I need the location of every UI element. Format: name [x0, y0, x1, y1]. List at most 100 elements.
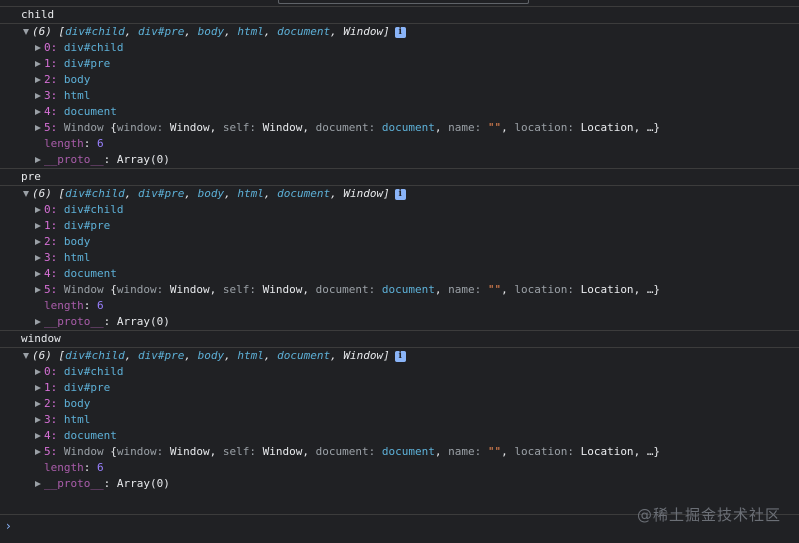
preview-ellipsis: …} — [646, 121, 661, 134]
preview-key: window — [116, 121, 157, 134]
array-entry[interactable]: 2: body — [0, 234, 799, 250]
entry-value: body — [63, 235, 91, 248]
triangle-right-icon[interactable] — [35, 319, 41, 325]
preview-ellipsis: …} — [646, 283, 661, 296]
array-entry[interactable]: 0: div#child — [0, 202, 799, 218]
entry-index: 4: — [44, 267, 58, 280]
preview-key: self — [222, 121, 250, 134]
array-entry[interactable]: 3: html — [0, 88, 799, 104]
preview-value: "" — [487, 121, 502, 134]
array-entry[interactable]: 2: body — [0, 72, 799, 88]
triangle-down-icon[interactable] — [23, 191, 29, 197]
array-entry[interactable]: 1: div#pre — [0, 218, 799, 234]
triangle-right-icon[interactable] — [35, 255, 41, 261]
triangle-right-icon[interactable] — [35, 385, 41, 391]
length-row: length: 6 — [44, 461, 104, 474]
length-key: length — [44, 299, 84, 312]
summary-item: document — [277, 187, 331, 200]
triangle-right-icon[interactable] — [35, 481, 41, 487]
array-summary-row[interactable]: (6) [div#child, div#pre, body, html, doc… — [0, 24, 799, 40]
summary-item: div#pre — [137, 349, 185, 362]
array-entry[interactable]: 4: document — [0, 428, 799, 444]
array-count: (6) — [32, 187, 52, 200]
info-icon[interactable]: i — [394, 350, 406, 362]
triangle-right-icon[interactable] — [35, 369, 41, 375]
preview-key: window — [116, 445, 157, 458]
triangle-right-icon[interactable] — [35, 125, 41, 131]
preview-key: self — [222, 283, 250, 296]
array-entry[interactable]: 4: document — [0, 104, 799, 120]
console-message: pre (6) [div#child, div#pre, body, html, … — [0, 168, 799, 330]
window-type: Window — [63, 445, 104, 458]
triangle-right-icon[interactable] — [35, 109, 41, 115]
array-entry[interactable]: 1: div#pre — [0, 56, 799, 72]
summary-item: body — [197, 187, 225, 200]
preview-key: name — [448, 283, 475, 296]
preview-value: Window — [262, 121, 303, 134]
triangle-right-icon[interactable] — [35, 157, 41, 163]
entry-value: div#child — [63, 203, 124, 216]
watermark: @稀土掘金技术社区 — [636, 506, 781, 524]
summary-item: div#child — [65, 349, 125, 362]
triangle-right-icon[interactable] — [35, 45, 41, 51]
triangle-right-icon[interactable] — [35, 207, 41, 213]
summary-item: div#pre — [137, 187, 185, 200]
preview-key: name — [448, 121, 475, 134]
proto-row[interactable]: __proto__: Array(0) — [0, 152, 799, 168]
preview-value: Location — [580, 445, 634, 458]
entry-value: body — [63, 73, 91, 86]
entry-index: 3: — [44, 89, 58, 102]
window-entry[interactable]: 5: Window {window: Window, self: Window,… — [0, 282, 799, 298]
triangle-right-icon[interactable] — [35, 239, 41, 245]
log-label: pre — [21, 170, 41, 183]
proto-row[interactable]: __proto__: Array(0) — [0, 314, 799, 330]
array-summary-row[interactable]: (6) [div#child, div#pre, body, html, doc… — [0, 186, 799, 202]
triangle-right-icon[interactable] — [35, 401, 41, 407]
triangle-right-icon[interactable] — [35, 271, 41, 277]
summary-item: div#child — [65, 25, 125, 38]
proto-row[interactable]: __proto__: Array(0) — [0, 476, 799, 492]
entry-index: 1: — [44, 219, 58, 232]
triangle-right-icon[interactable] — [35, 93, 41, 99]
summary-item: Window — [343, 25, 384, 38]
preview-key: window — [116, 283, 157, 296]
array-entry[interactable]: 1: div#pre — [0, 380, 799, 396]
triangle-right-icon[interactable] — [35, 449, 41, 455]
preview-key: document — [315, 445, 369, 458]
triangle-right-icon[interactable] — [35, 223, 41, 229]
entry-index: 5: — [44, 283, 58, 296]
console-message: child (6) [div#child, div#pre, body, html… — [0, 6, 799, 168]
triangle-right-icon[interactable] — [35, 417, 41, 423]
array-entry[interactable]: 4: document — [0, 266, 799, 282]
entry-value: div#child — [63, 365, 124, 378]
info-icon[interactable]: i — [394, 26, 406, 38]
array-entry[interactable]: 3: html — [0, 250, 799, 266]
triangle-down-icon[interactable] — [23, 353, 29, 359]
triangle-right-icon[interactable] — [35, 77, 41, 83]
triangle-right-icon[interactable] — [35, 433, 41, 439]
array-entry[interactable]: 2: body — [0, 396, 799, 412]
triangle-down-icon[interactable] — [23, 29, 29, 35]
proto-key: __proto__ — [44, 153, 104, 166]
window-entry[interactable]: 5: Window {window: Window, self: Window,… — [0, 444, 799, 460]
log-label: child — [21, 8, 55, 21]
console-output: child (6) [div#child, div#pre, body, html… — [0, 6, 799, 492]
preview-ellipsis: …} — [646, 445, 661, 458]
summary-item: Window — [343, 187, 384, 200]
entry-index: 3: — [44, 251, 58, 264]
entry-value: div#child — [63, 41, 124, 54]
length-key: length — [44, 461, 84, 474]
window-type: Window — [63, 121, 104, 134]
summary-item: html — [237, 187, 264, 200]
array-entry[interactable]: 0: div#child — [0, 364, 799, 380]
summary-item: html — [237, 25, 264, 38]
info-icon[interactable]: i — [394, 188, 406, 200]
array-summary-row[interactable]: (6) [div#child, div#pre, body, html, doc… — [0, 348, 799, 364]
window-entry[interactable]: 5: Window {window: Window, self: Window,… — [0, 120, 799, 136]
window-type: Window — [63, 283, 104, 296]
triangle-right-icon[interactable] — [35, 61, 41, 67]
triangle-right-icon[interactable] — [35, 287, 41, 293]
array-entry[interactable]: 3: html — [0, 412, 799, 428]
array-entry[interactable]: 0: div#child — [0, 40, 799, 56]
preview-key: name — [448, 445, 475, 458]
